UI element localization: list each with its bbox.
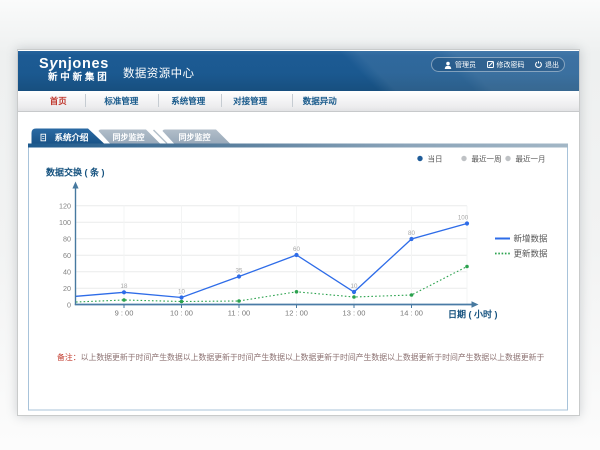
svg-text:新增数据: 新增数据 — [514, 234, 549, 244]
svg-text:100: 100 — [59, 218, 71, 227]
svg-text:60: 60 — [63, 251, 71, 260]
svg-text:100: 100 — [458, 215, 469, 222]
svg-text:日期 ( 小时 ): 日期 ( 小时 ) — [448, 309, 498, 320]
svg-text:60: 60 — [293, 246, 300, 253]
svg-text:同步监控: 同步监控 — [179, 132, 211, 142]
svg-text:0: 0 — [67, 301, 71, 310]
svg-text:35: 35 — [236, 268, 243, 275]
svg-text:系统介绍: 系统介绍 — [55, 133, 90, 143]
svg-text:更新数据: 更新数据 — [514, 249, 549, 259]
svg-text:最近一月: 最近一月 — [516, 153, 546, 163]
svg-text:当日: 当日 — [428, 153, 443, 163]
svg-text:9 : 00: 9 : 00 — [115, 308, 134, 317]
svg-text:10: 10 — [178, 289, 185, 296]
svg-text:18: 18 — [121, 283, 128, 290]
svg-text:120: 120 — [59, 202, 71, 211]
svg-text:11 : 00: 11 : 00 — [228, 308, 250, 317]
svg-text:数据交换 ( 条 ): 数据交换 ( 条 ) — [46, 167, 105, 178]
svg-text:40: 40 — [63, 268, 71, 277]
svg-text:同步监控: 同步监控 — [113, 132, 145, 142]
svg-text:14 : 00: 14 : 00 — [400, 308, 423, 317]
svg-text:80: 80 — [408, 230, 415, 237]
svg-text:12 : 00: 12 : 00 — [285, 308, 308, 317]
svg-text:10: 10 — [351, 283, 358, 290]
svg-text:20: 20 — [63, 284, 71, 293]
svg-text:备注：以上数据更新于时间产生数据以上数据更新于时间产生数据以: 备注：以上数据更新于时间产生数据以上数据更新于时间产生数据以上数据更新于时间产生… — [57, 352, 544, 362]
svg-text:10 : 00: 10 : 00 — [170, 308, 193, 317]
svg-text:80: 80 — [63, 235, 71, 244]
svg-text:最近一周: 最近一周 — [472, 153, 502, 163]
svg-text:13 : 00: 13 : 00 — [343, 308, 366, 317]
